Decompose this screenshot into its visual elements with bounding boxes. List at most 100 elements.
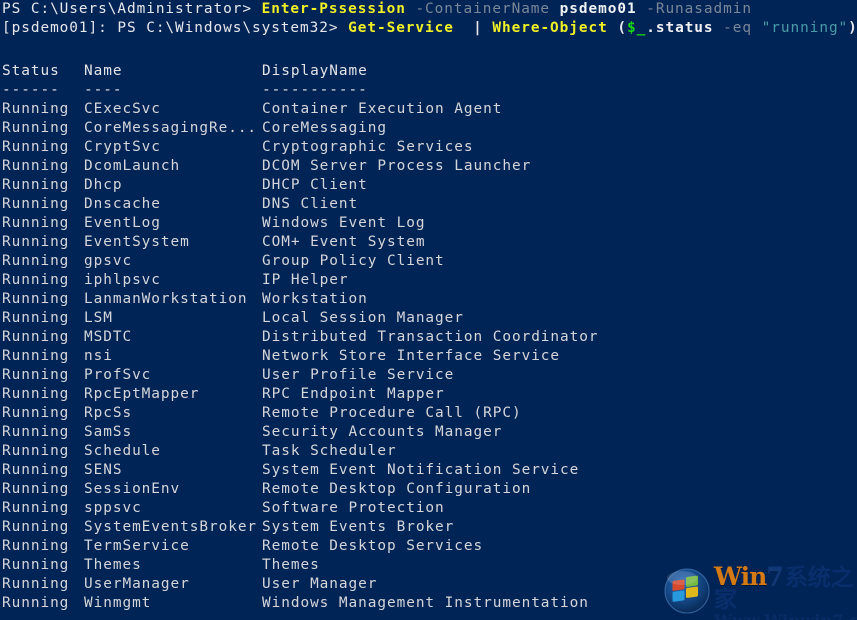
cell-displayname: System Events Broker [262,519,455,535]
cell-status: Running [2,158,70,174]
table-row: Running sppsvc Software Protection [0,499,857,518]
cell-displayname: Task Scheduler [262,443,397,459]
separator-displayname: ----------- [262,82,368,98]
table-row: Running RpcSs Remote Procedure Call (RPC) [0,404,857,423]
table-row: Running gpsvc Group Policy Client [0,252,857,271]
table-row: Running TermService Remote Desktop Service… [0,537,857,556]
cell-name: UserManager [84,576,190,592]
cell-status: Running [2,519,70,535]
separator-name: ---- [84,82,123,98]
table-row: Running SessionEnv Remote Desktop Configur… [0,480,857,499]
table-row: Running EventLog Windows Event Log [0,214,857,233]
cell-displayname: IP Helper [262,272,349,288]
cell-name: gpsvc [84,253,133,269]
prompt-path-1: PS C:\Users\Administrator> [2,1,252,17]
cell-name: SystemEventsBroker [84,519,258,535]
cell-displayname: Network Store Interface Service [262,348,561,364]
cell-name: EventLog [84,215,161,231]
string-running: "running" [761,20,849,36]
operator-eq: -eq [723,20,753,36]
cell-name: ProfSvc [84,367,152,383]
header-name: Name [84,63,123,79]
cmdlet-enter-pssession: Enter-Pssession [261,1,406,17]
header-displayname: DisplayName [262,63,368,79]
table-row: Running CoreMessagingRe... CoreMessaging [0,119,857,138]
cell-displayname: Local Session Manager [262,310,464,326]
cell-name: SessionEnv [84,481,181,497]
table-row: Running ProfSvc User Profile Service [0,366,857,385]
command-line-2: [psdemo01]: PS C:\Windows\system32> Get-… [0,19,857,38]
service-table: Status Name DisplayName ------ ---- --------… [0,62,857,613]
cell-displayname: Remote Desktop Configuration [262,481,532,497]
cell-status: Running [2,443,70,459]
cell-name: iphlpsvc [84,272,161,288]
separator-status: ------ [2,82,60,98]
cell-status: Running [2,329,70,345]
cell-displayname: DNS Client [262,196,359,212]
cell-status: Running [2,291,70,307]
cell-status: Running [2,481,70,497]
cell-status: Running [2,348,70,364]
cell-status: Running [2,424,70,440]
pipe-operator: | [473,20,483,36]
table-row: Running MSDTC Distributed Transaction Coor… [0,328,857,347]
powershell-console-window[interactable]: PS C:\Users\Administrator> Enter-Pssessi… [0,0,857,620]
cell-name: LanmanWorkstation [84,291,248,307]
cell-status: Running [2,120,70,136]
table-row: Running RpcEptMapper RPC Endpoint Mapper [0,385,857,404]
cell-status: Running [2,595,70,611]
cmdlet-get-service: Get-Service [348,20,454,36]
table-row: Running EventSystem COM+ Event System [0,233,857,252]
table-row: Running nsi Network Store Interface Servic… [0,347,857,366]
cell-status: Running [2,538,70,554]
cell-name: RpcSs [84,405,133,421]
cell-displayname: Software Protection [262,500,445,516]
cell-name: CryptSvc [84,139,161,155]
cell-name: Dnscache [84,196,161,212]
param-containername: -ContainerName [415,1,551,17]
cell-name: MSDTC [84,329,133,345]
cell-status: Running [2,386,70,402]
cell-displayname: User Manager [262,576,378,592]
cell-status: Running [2,405,70,421]
cell-name: SENS [84,462,123,478]
cell-name: CoreMessagingRe... [84,120,258,136]
table-row: Running Winmgmt Windows Management Instrum… [0,594,857,613]
cell-name: SamSs [84,424,133,440]
table-body: Running CExecSvc Container Execution Agent… [0,100,857,613]
table-separator-row: ------ ---- ----------- [0,81,857,100]
cell-status: Running [2,272,70,288]
cell-name: DcomLaunch [84,158,181,174]
cell-name: Dhcp [84,177,123,193]
cell-name: sppsvc [84,500,142,516]
cell-displayname: Remote Desktop Services [262,538,484,554]
cell-status: Running [2,215,70,231]
cell-status: Running [2,234,70,250]
cell-displayname: DCOM Server Process Launcher [262,158,532,174]
cell-status: Running [2,310,70,326]
table-row: Running CryptSvc Cryptographic Services [0,138,857,157]
value-containername: psdemo01 [559,1,637,17]
cell-displayname: Group Policy Client [262,253,445,269]
cell-displayname: Container Execution Agent [262,101,503,117]
table-row: Running iphlpsvc IP Helper [0,271,857,290]
table-row: Running DcomLaunch DCOM Server Process Lau… [0,157,857,176]
cell-displayname: Themes [262,557,320,573]
cell-displayname: Distributed Transaction Coordinator [262,329,599,345]
cell-status: Running [2,462,70,478]
open-paren: ( [617,20,627,36]
cell-name: EventSystem [84,234,190,250]
cell-displayname: DHCP Client [262,177,368,193]
cell-displayname: Security Accounts Manager [262,424,503,440]
cell-name: Themes [84,557,142,573]
cell-name: Winmgmt [84,595,152,611]
header-status: Status [2,63,60,79]
